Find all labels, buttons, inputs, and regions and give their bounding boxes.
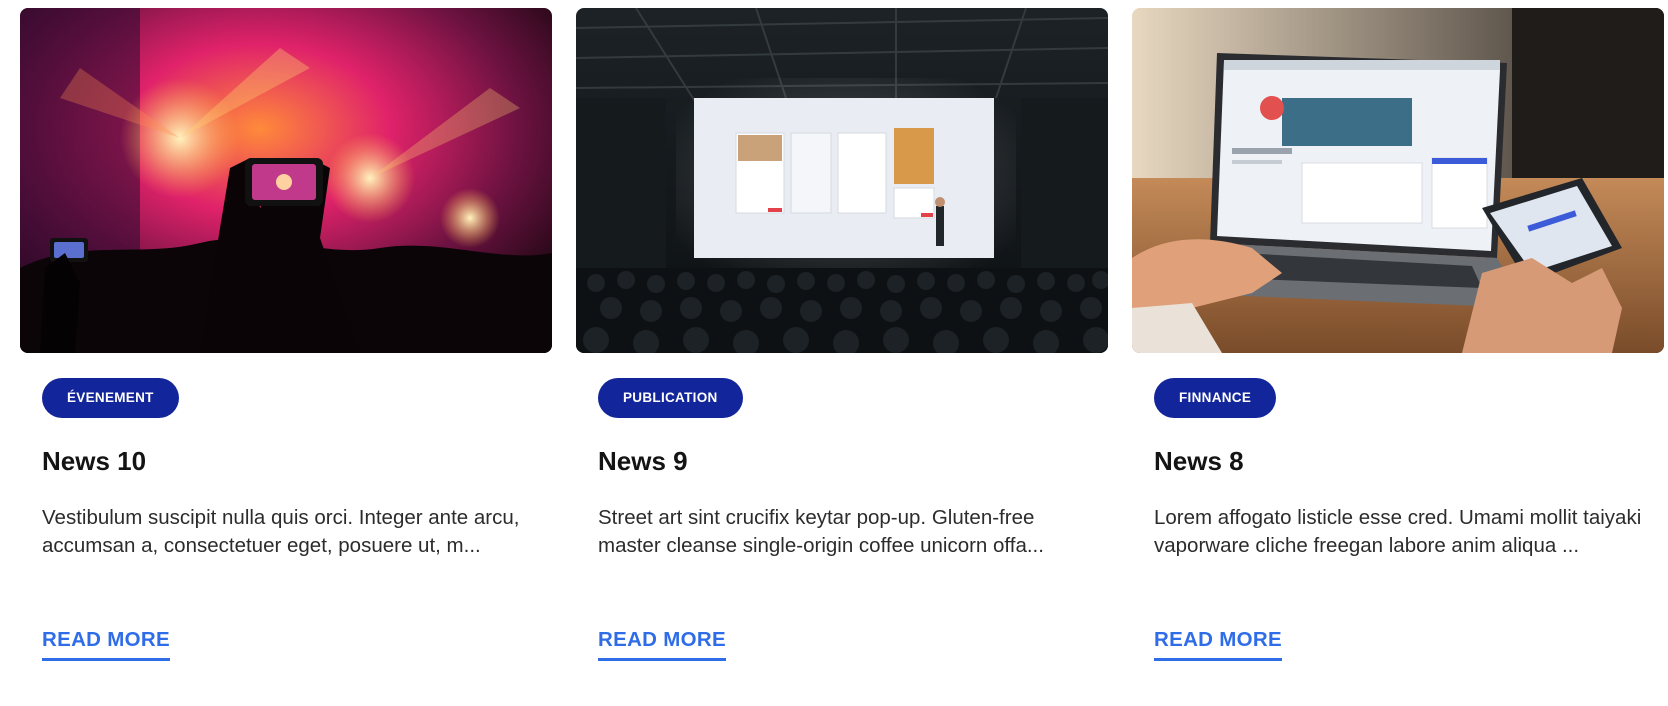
card-body: ÉVENEMENT News 10 Vestibulum suscipit nu…	[42, 378, 530, 661]
laptop-photo	[1132, 8, 1664, 353]
category-badge[interactable]: PUBLICATION	[598, 378, 743, 418]
concert-photo	[20, 8, 552, 353]
card-excerpt: Vestibulum suscipit nulla quis orci. Int…	[42, 506, 520, 557]
category-badge[interactable]: FINNANCE	[1154, 378, 1277, 418]
card-excerpt: Street art sint crucifix keytar pop-up. …	[598, 506, 1044, 557]
card-title[interactable]: News 10	[42, 444, 530, 478]
conference-photo	[576, 8, 1108, 353]
read-more-link[interactable]: READ MORE	[42, 628, 170, 661]
card-body: PUBLICATION News 9 Street art sint cruci…	[598, 378, 1086, 661]
news-image-concert[interactable]	[20, 8, 552, 353]
news-card: ÉVENEMENT News 10 Vestibulum suscipit nu…	[20, 8, 552, 688]
news-image-laptop[interactable]	[1132, 8, 1664, 353]
news-grid: ÉVENEMENT News 10 Vestibulum suscipit nu…	[20, 8, 1664, 688]
news-card: FINNANCE News 8 Lorem affogato listicle …	[1132, 8, 1664, 688]
card-excerpt: Lorem affogato listicle esse cred. Umami…	[1154, 506, 1642, 557]
read-more-link[interactable]: READ MORE	[1154, 628, 1282, 661]
card-title[interactable]: News 9	[598, 444, 1086, 478]
news-card: PUBLICATION News 9 Street art sint cruci…	[576, 8, 1108, 688]
card-body: FINNANCE News 8 Lorem affogato listicle …	[1154, 378, 1642, 661]
news-image-conference[interactable]	[576, 8, 1108, 353]
category-badge[interactable]: ÉVENEMENT	[42, 378, 179, 418]
read-more-link[interactable]: READ MORE	[598, 628, 726, 661]
card-title[interactable]: News 8	[1154, 444, 1642, 478]
